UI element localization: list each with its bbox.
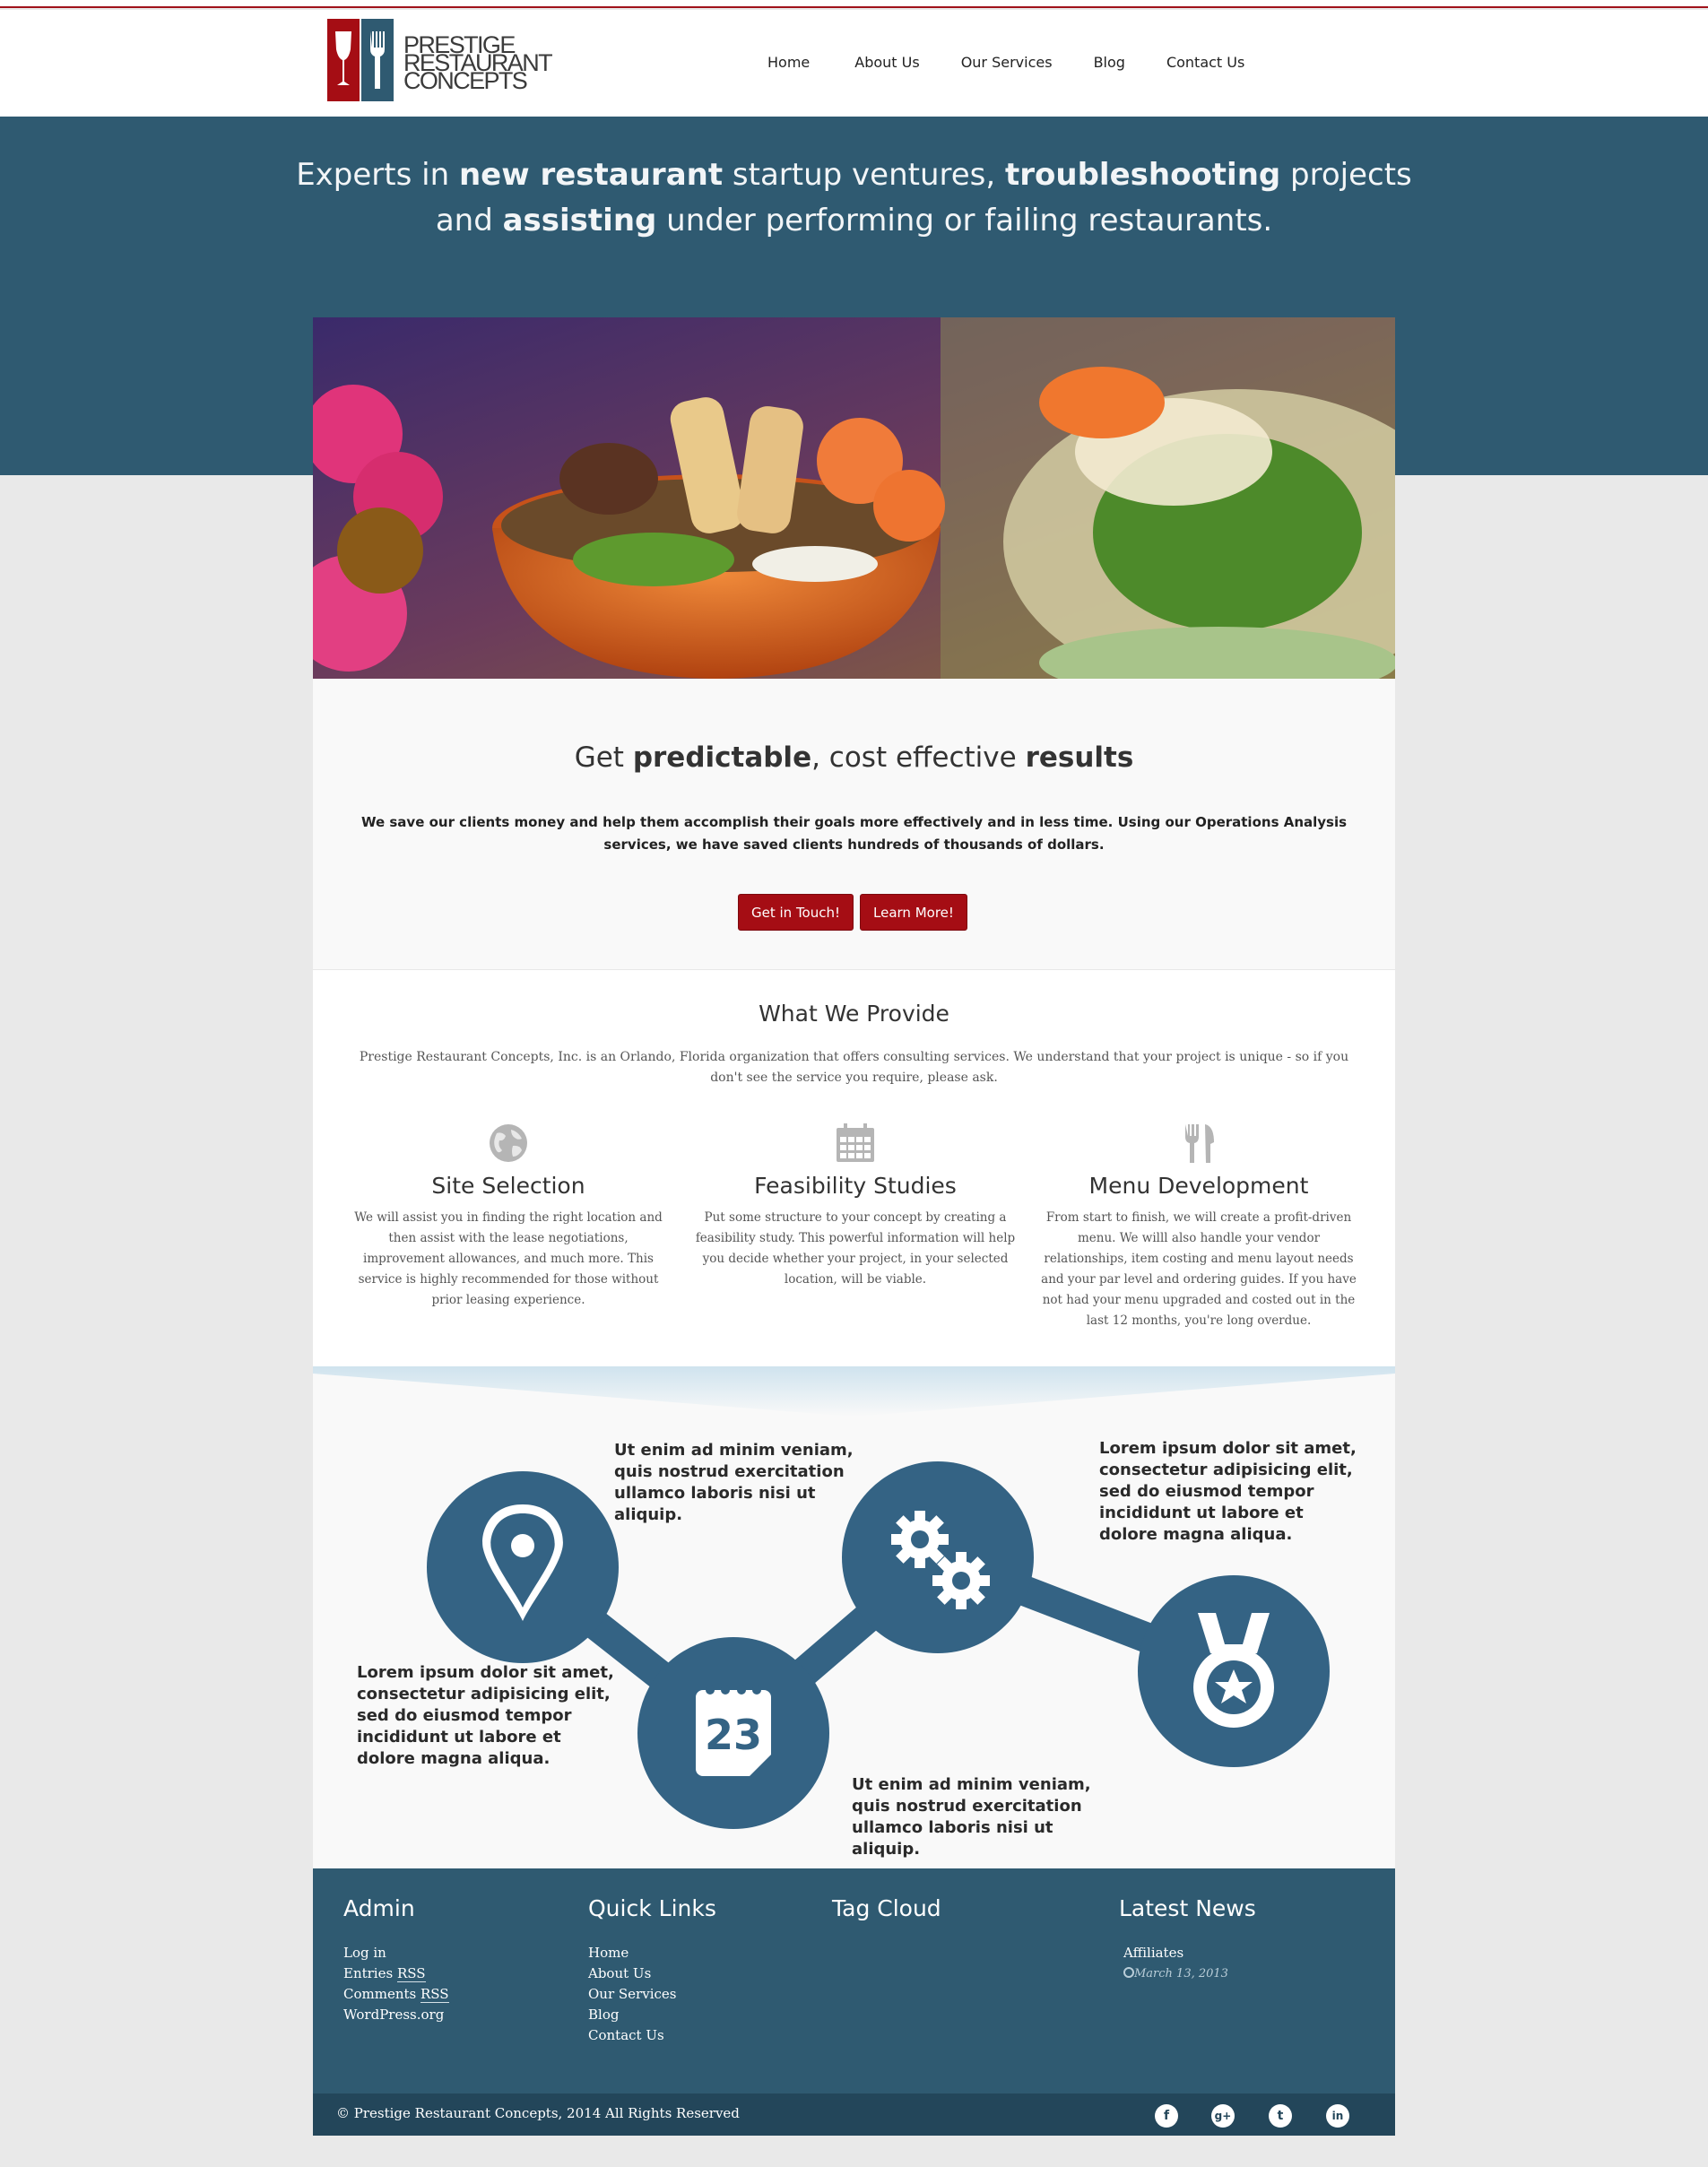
footer-quick-title: Quick Links: [588, 1895, 716, 1921]
clock-icon: [1123, 1967, 1134, 1978]
process-infographic: 23 Ut enim ad minim veniam, quis nostrud…: [313, 1366, 1395, 1868]
process-note-2: Lorem ipsum dolor sit amet, consectetur …: [1099, 1439, 1357, 1544]
process-note-3: Lorem ipsum dolor sit amet, consectetur …: [357, 1663, 614, 1768]
food-banner-image: [313, 317, 1395, 679]
main-nav: Home About Us Our Services Blog Contact …: [767, 54, 1286, 71]
footer-link-our-services[interactable]: Our Services: [588, 1984, 716, 2005]
footer-link-about-us[interactable]: About Us: [588, 1963, 716, 1984]
logo-mark-icon: [327, 19, 394, 101]
calendar-icon: [837, 1123, 874, 1162]
calendar-page-icon: 23: [696, 1686, 771, 1776]
learn-more-button[interactable]: Learn More!: [860, 894, 967, 931]
service-title: Feasibility Studies: [754, 1173, 957, 1199]
services-lead: Prestige Restaurant Concepts, Inc. is an…: [359, 1050, 1349, 1085]
news-item-link[interactable]: Affiliates: [1123, 1943, 1256, 1963]
news-item-date: March 13, 2013: [1123, 1963, 1256, 1981]
get-in-touch-button[interactable]: Get in Touch!: [738, 894, 854, 931]
footer-admin-title: Admin: [343, 1895, 415, 1921]
nav-contact-us[interactable]: Contact Us: [1166, 54, 1244, 71]
intro-text: We save our clients money and help them …: [360, 814, 1348, 853]
twitter-icon[interactable]: t: [1269, 2104, 1292, 2128]
service-text: From start to finish, we will create a p…: [1041, 1210, 1357, 1328]
site-header: PRESTIGE RESTAURANT CONCEPTS Home About …: [0, 10, 1708, 117]
footer-quick-links: Quick Links Home About Us Our Services B…: [588, 1895, 716, 2046]
footer-link-entries-rss[interactable]: Entries RSS: [343, 1963, 449, 1984]
footer-link-wordpress[interactable]: WordPress.org: [343, 2005, 449, 2025]
linkedin-icon[interactable]: in: [1326, 2104, 1349, 2128]
footer-tags-title: Tag Cloud: [832, 1895, 941, 1921]
footer-link-blog[interactable]: Blog: [588, 2005, 716, 2025]
footer-link-contact-us[interactable]: Contact Us: [588, 2025, 716, 2046]
facebook-icon[interactable]: f: [1155, 2104, 1178, 2128]
services-title: What We Provide: [759, 1001, 949, 1027]
fork-knife-icon: [1185, 1124, 1214, 1163]
service-title: Menu Development: [1088, 1173, 1309, 1199]
globe-icon: [490, 1124, 527, 1162]
footer-link-comments-rss[interactable]: Comments RSS: [343, 1984, 449, 2005]
footer-link-home[interactable]: Home: [588, 1943, 716, 1963]
site-footer: Admin Log in Entries RSS Comments RSS Wo…: [313, 1868, 1395, 2093]
footer-news-title: Latest News: [1119, 1895, 1256, 1921]
service-feasibility-studies: Feasibility Studies Put some structure t…: [694, 1121, 1017, 1290]
nav-home[interactable]: Home: [767, 54, 810, 71]
service-title: Site Selection: [431, 1173, 585, 1199]
service-site-selection: Site Selection We will assist you in fin…: [347, 1121, 670, 1311]
nav-blog[interactable]: Blog: [1094, 54, 1125, 71]
intro-buttons: Get in Touch! Learn More!: [738, 894, 967, 931]
top-accent-line: [0, 0, 1708, 8]
hero-tagline: Experts in new restaurant startup ventur…: [296, 157, 1412, 238]
footer-latest-news: Latest News Affiliates March 13, 2013: [1119, 1895, 1256, 1981]
copyright-bar: © Prestige Restaurant Concepts, 2014 All…: [313, 2093, 1395, 2136]
service-menu-development: Menu Development From start to finish, w…: [1037, 1121, 1360, 1331]
footer-tag-cloud: Tag Cloud: [832, 1895, 941, 1943]
process-note-1: Ut enim ad minim veniam, quis nostrud ex…: [614, 1441, 854, 1524]
services-section: What We Provide Prestige Restaurant Conc…: [313, 970, 1395, 1366]
copyright-text: © Prestige Restaurant Concepts, 2014 All…: [336, 2105, 740, 2121]
footer-admin: Admin Log in Entries RSS Comments RSS Wo…: [343, 1895, 449, 2025]
process-note-4: Ut enim ad minim veniam, quis nostrud ex…: [852, 1775, 1091, 1859]
nav-our-services[interactable]: Our Services: [961, 54, 1053, 71]
logo-wordmark: PRESTIGE RESTAURANT CONCEPTS: [403, 31, 553, 94]
intro-section: Get predictable, cost effective results …: [313, 679, 1395, 970]
service-text: We will assist you in finding the right …: [354, 1210, 663, 1307]
footer-link-login[interactable]: Log in: [343, 1943, 449, 1963]
calendar-day-label: 23: [705, 1711, 762, 1759]
site-logo[interactable]: PRESTIGE RESTAURANT CONCEPTS: [327, 19, 560, 101]
intro-title: Get predictable, cost effective results: [574, 741, 1134, 774]
nav-about-us[interactable]: About Us: [854, 54, 919, 71]
service-text: Put some structure to your concept by cr…: [695, 1210, 1016, 1287]
google-plus-icon[interactable]: g+: [1211, 2104, 1235, 2128]
